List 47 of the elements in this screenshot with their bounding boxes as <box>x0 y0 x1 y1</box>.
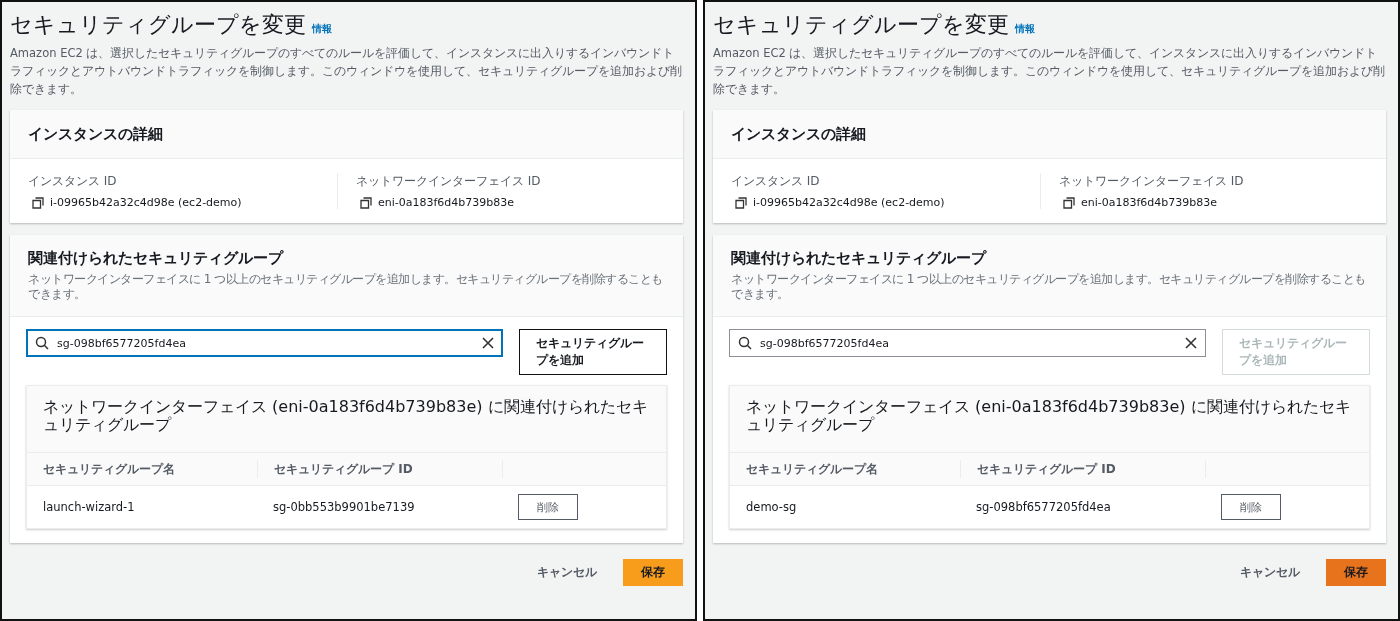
table-cell-text: sg-098bf6577205fd4ea <box>975 500 1112 514</box>
field-value: eni-0a183f6d4b739b83e <box>378 196 515 209</box>
cancel-button[interactable]: キャンセル <box>531 563 603 582</box>
table-title: ネットワークインターフェイス (eni-0a183f6d4b739b83e) に関連付けられたセキュリティグループ <box>730 386 1369 453</box>
search-icon <box>738 336 752 350</box>
column-header: セキュリティグループ名 <box>745 460 879 478</box>
info-link[interactable]: 情報 <box>312 22 332 36</box>
copy-icon[interactable] <box>360 196 372 209</box>
modal-title: セキュリティグループを変更 <box>713 11 1009 39</box>
section-description: ネットワークインターフェイスに 1 つ以上のセキュリティグループを追加します。セキュリティグループを削除することもできます。 <box>28 272 664 302</box>
column-header: セキュリティグループ名 <box>42 460 176 478</box>
add-security-group-button[interactable]: セキュリティグループを追加 <box>519 329 667 375</box>
remove-button[interactable]: 削除 <box>1221 494 1281 520</box>
table-title: ネットワークインターフェイス (eni-0a183f6d4b739b83e) に関連付けられたセキュリティグループ <box>27 386 666 453</box>
section-title: 関連付けられたセキュリティグループ <box>28 249 285 268</box>
column-header: セキュリティグループ ID <box>257 460 502 478</box>
clear-icon[interactable] <box>482 337 494 349</box>
search-field[interactable]: sg-098bf6577205fd4ea <box>729 329 1206 357</box>
table-cell-text: demo-sg <box>745 500 798 514</box>
search-icon <box>35 336 49 350</box>
remove-button[interactable]: 削除 <box>518 494 578 520</box>
modal-description: Amazon EC2 は、選択したセキュリティグループのすべてのルールを評価して、インスタンスに出入りするインバウンドトラフィックとアウトバウンドトラフィックを制御します。このウィンドウを使用して、セキュリティグループを追加および削除できます。 <box>713 45 1386 98</box>
field-label: インスタンス ID <box>28 173 118 190</box>
section-description: ネットワークインターフェイスに 1 つ以上のセキュリティグループを追加します。セキュリティグループを削除することもできます。 <box>731 272 1367 302</box>
field-label: ネットワークインターフェイス ID <box>356 173 542 190</box>
info-link[interactable]: 情報 <box>1015 22 1035 36</box>
search-field[interactable]: sg-098bf6577205fd4ea <box>26 329 503 357</box>
section-title: インスタンスの詳細 <box>28 125 163 143</box>
table-cell-text: sg-0bb553b9901be7139 <box>272 500 416 514</box>
field-value: eni-0a183f6d4b739b83e <box>1081 196 1218 209</box>
copy-icon[interactable] <box>32 196 44 209</box>
column-header: セキュリティグループ ID <box>960 460 1205 478</box>
save-button[interactable]: 保存 <box>623 559 683 586</box>
section-title: 関連付けられたセキュリティグループ <box>731 249 988 268</box>
field-value: i-09965b42a32c4d98e (ec2-demo) <box>753 196 945 209</box>
section-title: インスタンスの詳細 <box>731 125 866 143</box>
cancel-button[interactable]: キャンセル <box>1234 563 1306 582</box>
copy-icon[interactable] <box>735 196 747 209</box>
table-cell-text: launch-wizard-1 <box>42 500 136 514</box>
field-value: i-09965b42a32c4d98e (ec2-demo) <box>50 196 242 209</box>
copy-icon[interactable] <box>1063 196 1075 209</box>
save-button[interactable]: 保存 <box>1326 559 1386 586</box>
field-label: ネットワークインターフェイス ID <box>1059 173 1245 190</box>
field-label: インスタンス ID <box>731 173 821 190</box>
modal-description: Amazon EC2 は、選択したセキュリティグループのすべてのルールを評価して、インスタンスに出入りするインバウンドトラフィックとアウトバウンドトラフィックを制御します。このウィンドウを使用して、セキュリティグループを追加および削除できます。 <box>10 45 683 98</box>
modal-title: セキュリティグループを変更 <box>10 11 306 39</box>
clear-icon[interactable] <box>1185 337 1197 349</box>
